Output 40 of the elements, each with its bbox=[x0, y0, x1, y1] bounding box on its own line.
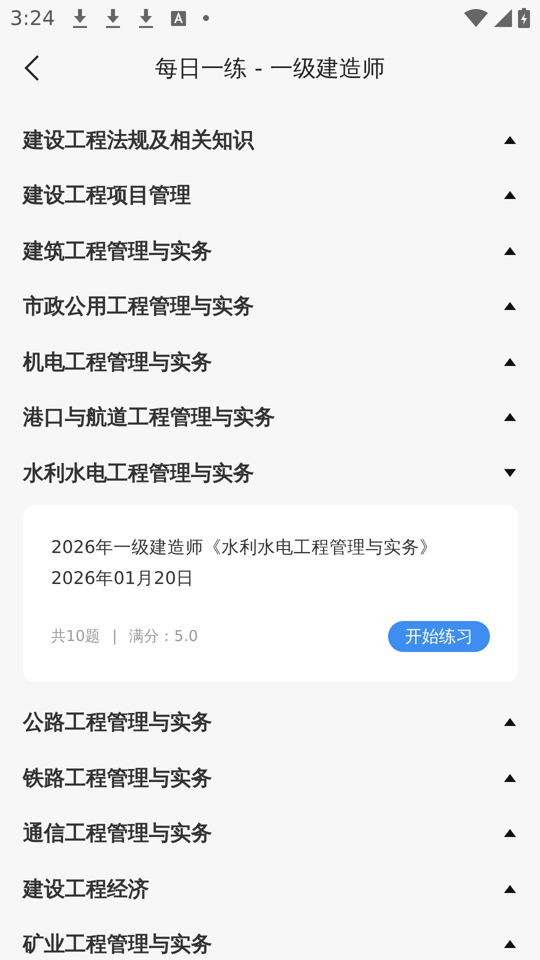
caret-up-icon[interactable] bbox=[504, 136, 516, 144]
page-title: 每日一练 - 一级建造师 bbox=[155, 56, 385, 82]
caret-up-icon[interactable] bbox=[504, 774, 516, 782]
subject-title[interactable]: 建筑工程管理与实务 bbox=[23, 236, 212, 265]
caret-up-icon[interactable] bbox=[504, 413, 516, 422]
font-icon bbox=[170, 10, 186, 26]
subject-title[interactable]: 建设工程法规及相关知识 bbox=[23, 126, 254, 154]
chevron-left-icon bbox=[24, 54, 40, 82]
subject-title[interactable]: 机电工程管理与实务 bbox=[23, 348, 212, 376]
subject-title[interactable]: 公路工程管理与实务 bbox=[23, 708, 212, 736]
subject-title[interactable]: 铁路工程管理与实务 bbox=[23, 764, 212, 792]
subject-title[interactable]: 矿业工程管理与实务 bbox=[23, 930, 212, 958]
subject-title[interactable]: 市政公用工程管理与实务 bbox=[23, 292, 254, 320]
subject-title[interactable]: 水利水电工程管理与实务 bbox=[23, 458, 254, 487]
caret-up-icon[interactable] bbox=[504, 191, 516, 200]
caret-down-icon[interactable] bbox=[504, 468, 516, 477]
download-icon bbox=[104, 8, 121, 28]
wifi-icon bbox=[464, 9, 488, 27]
exam-date: 2026年01月20日 bbox=[51, 568, 196, 590]
subject-title[interactable]: 建设工程经济 bbox=[23, 874, 149, 903]
battery-icon bbox=[518, 8, 530, 28]
dot-icon bbox=[202, 15, 209, 21]
caret-up-icon[interactable] bbox=[504, 302, 516, 310]
caret-up-icon[interactable] bbox=[504, 718, 516, 726]
subject-title[interactable]: 建设工程项目管理 bbox=[23, 181, 191, 210]
subject-title[interactable]: 通信工程管理与实务 bbox=[23, 819, 212, 848]
question-count: 共10题 bbox=[51, 626, 100, 646]
caret-up-icon[interactable] bbox=[504, 940, 516, 948]
subject-title[interactable]: 港口与航道工程管理与实务 bbox=[23, 403, 275, 432]
download-icon bbox=[72, 8, 88, 28]
full-score: 满分：5.0 bbox=[129, 626, 198, 646]
caret-up-icon[interactable] bbox=[504, 884, 516, 893]
caret-up-icon[interactable] bbox=[504, 358, 516, 366]
download-icon bbox=[138, 8, 154, 28]
caret-up-icon[interactable] bbox=[504, 246, 516, 255]
caret-up-icon[interactable] bbox=[504, 829, 516, 838]
separator: | bbox=[112, 627, 118, 645]
clock-time: 3:24 bbox=[10, 6, 55, 30]
exam-name: 2026年一级建造师《水利水电工程管理与实务》 bbox=[51, 536, 439, 560]
signal-icon bbox=[494, 9, 512, 27]
